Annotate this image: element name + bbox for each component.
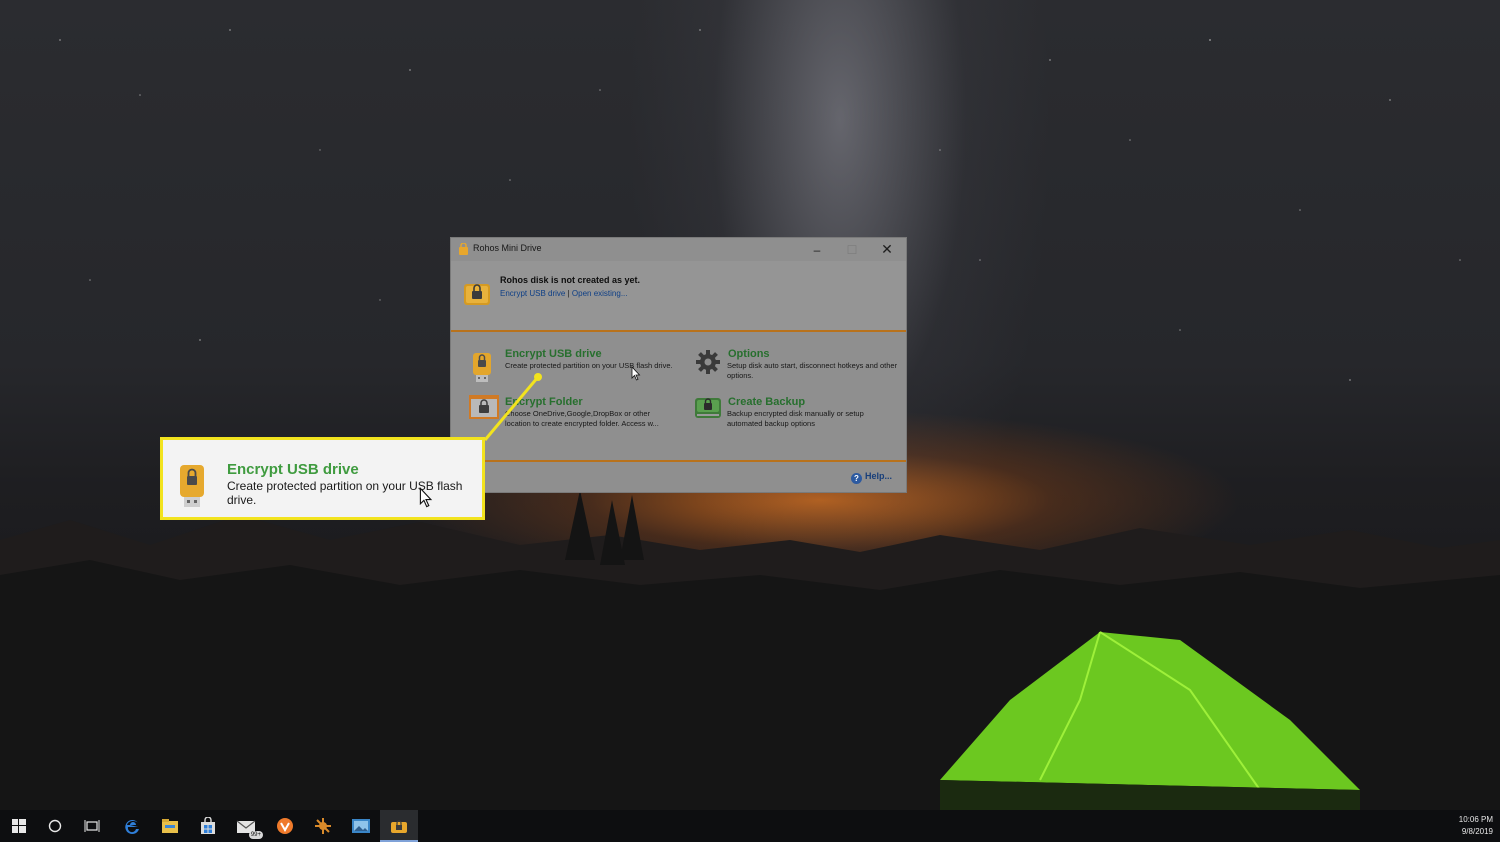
maximize-button[interactable]: ☐ (835, 238, 869, 261)
options-desc: Setup disk auto start, disconnect hotkey… (727, 361, 898, 380)
photos-icon[interactable] (342, 810, 380, 842)
vivaldi-icon[interactable] (266, 810, 304, 842)
system-clock[interactable]: 10:06 PM 9/8/2019 (1459, 814, 1493, 838)
help-icon: ? (850, 473, 862, 484)
backup-disk-icon (695, 398, 721, 418)
open-existing-link[interactable]: Open existing... (572, 289, 628, 298)
encrypt-usb-link[interactable]: Encrypt USB drive (500, 289, 565, 298)
callout-desc: Create protected partition on your USB f… (227, 479, 463, 507)
options-title[interactable]: Options (728, 348, 770, 360)
title-bar[interactable]: Rohos Mini Drive – ☐ ✕ (451, 238, 906, 261)
clock-date: 9/8/2019 (1461, 827, 1493, 836)
usb-lock-icon-large (180, 465, 204, 507)
create-backup-item[interactable]: Create Backup Backup encrypted disk manu… (685, 380, 905, 430)
edge-icon[interactable] (113, 810, 151, 842)
encrypt-folder-title[interactable]: Encrypt Folder (505, 396, 583, 408)
rohos-app-icon (459, 243, 468, 255)
encrypt-folder-item[interactable]: Encrypt Folder Choose OneDrive,Google,Dr… (451, 380, 679, 444)
store-icon[interactable] (189, 810, 227, 842)
window-title: Rohos Mini Drive (473, 243, 542, 253)
search-circle-icon[interactable] (36, 810, 74, 842)
create-backup-title[interactable]: Create Backup (728, 396, 805, 408)
disk-status-text: Rohos disk is not created as yet. (500, 275, 641, 285)
options-item[interactable]: Options Setup disk auto start, disconnec… (685, 332, 905, 380)
disk-lock-icon (464, 284, 490, 305)
mail-icon[interactable]: 99+ (227, 810, 265, 842)
mail-badge: 99+ (248, 831, 263, 839)
encrypt-usb-title[interactable]: Encrypt USB drive (505, 348, 602, 360)
minimize-button[interactable]: – (800, 238, 834, 261)
usb-lock-icon (473, 353, 491, 382)
windows-start-icon[interactable] (0, 810, 38, 842)
task-view-icon[interactable] (73, 810, 111, 842)
rohos-mini-drive-window: Rohos Mini Drive – ☐ ✕ Rohos disk is not… (450, 237, 907, 493)
window-footer: ? Help... (451, 462, 906, 492)
help-link[interactable]: ? Help... (850, 471, 892, 484)
status-header: Rohos disk is not created as yet. Encryp… (451, 261, 906, 330)
header-links: Encrypt USB drive | Open existing... (500, 289, 628, 298)
links-separator: | (567, 289, 570, 298)
help-label: Help... (864, 471, 892, 481)
close-button[interactable]: ✕ (870, 238, 904, 261)
zoom-callout: Encrypt USB drive Create protected parti… (160, 437, 485, 520)
create-backup-desc: Backup encrypted disk manually or setup … (727, 409, 864, 428)
encrypt-folder-desc: Choose OneDrive,Google,DropBox or other … (505, 409, 659, 428)
folder-lock-icon (469, 395, 499, 419)
clock-time: 10:06 PM (1458, 815, 1493, 824)
encrypt-usb-item[interactable]: Encrypt USB drive Create protected parti… (451, 332, 679, 382)
gear-icon (696, 350, 720, 374)
taskbar: 99+ 10:06 PM 9/8/2019 (0, 810, 1500, 842)
callout-cursor-icon (419, 487, 433, 508)
file-explorer-icon[interactable] (151, 810, 189, 842)
encrypt-usb-desc: Create protected partition on your USB f… (505, 361, 673, 370)
app-icon[interactable] (304, 810, 342, 842)
actions-panel: Encrypt USB drive Create protected parti… (451, 332, 906, 460)
callout-title: Encrypt USB drive (227, 461, 359, 478)
rohos-icon[interactable] (380, 810, 418, 842)
